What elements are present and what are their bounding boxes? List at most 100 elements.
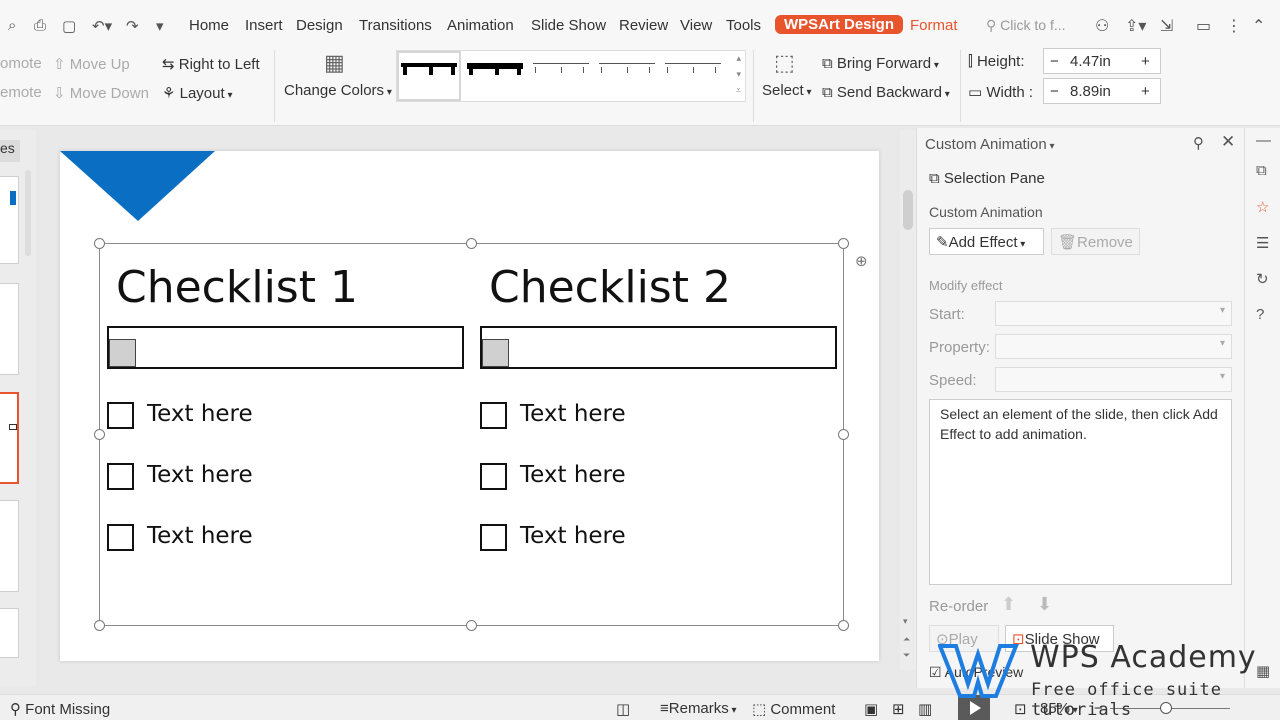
decrement-icon[interactable]: − <box>1050 83 1059 100</box>
page-down-icon[interactable]: ⏷ <box>903 650 910 661</box>
change-colors-button[interactable]: Change Colors ▾ <box>284 82 392 99</box>
close-icon[interactable]: ✕ <box>1221 132 1235 152</box>
start-dropdown[interactable] <box>995 301 1232 326</box>
tab-animation[interactable]: Animation <box>447 17 514 34</box>
zoom-fit-icon[interactable]: ⊡ <box>1014 700 1027 718</box>
selection-pane-link[interactable]: ⧉ Selection Pane <box>929 170 1045 187</box>
speed-dropdown[interactable] <box>995 367 1232 392</box>
resize-handle[interactable] <box>94 429 105 440</box>
tab-view[interactable]: View <box>680 17 712 34</box>
undo-icon[interactable]: ↶▾ <box>92 17 112 35</box>
normal-view-icon[interactable]: ▣ <box>864 700 878 718</box>
tab-transitions[interactable]: Transitions <box>359 17 432 34</box>
slide-thumbnail[interactable] <box>0 608 19 658</box>
resize-handle[interactable] <box>94 238 105 249</box>
print-icon[interactable]: ⎙ <box>34 17 46 34</box>
resize-handle[interactable] <box>838 429 849 440</box>
width-input[interactable]: 8.89in <box>1070 83 1111 100</box>
slide-sorter-icon[interactable]: ⊞ <box>892 700 905 718</box>
collapse-icon[interactable]: — <box>1256 132 1271 149</box>
scroll-down-icon[interactable]: ▾ <box>903 616 908 627</box>
search-box[interactable]: ⚲ Click to f... <box>986 17 1066 34</box>
help-icon[interactable]: ? <box>1256 306 1264 323</box>
history-icon[interactable]: ↻ <box>1256 270 1269 288</box>
decrement-icon[interactable]: − <box>1050 53 1059 70</box>
slide-thumbnail[interactable] <box>0 392 19 484</box>
customize-quick-access-icon[interactable]: ▾ <box>156 17 164 35</box>
tab-design[interactable]: Design <box>296 17 343 34</box>
width-stepper[interactable]: − 8.89in + <box>1043 78 1161 104</box>
tab-wpsart-design[interactable]: WPSArt Design <box>775 15 904 34</box>
animation-list[interactable]: Select an element of the slide, then cli… <box>929 399 1232 585</box>
pin-icon[interactable]: ⚲ <box>1193 134 1204 152</box>
add-effect-button[interactable]: ✎Add Effect ▾ <box>929 228 1044 255</box>
style-option[interactable] <box>465 57 525 97</box>
style-option[interactable] <box>399 57 459 97</box>
export-icon[interactable]: ⇲ <box>1160 16 1173 36</box>
resize-handle[interactable] <box>838 238 849 249</box>
font-missing-indicator[interactable]: ⚲ Font Missing <box>10 700 110 718</box>
notes-toggle-icon[interactable]: ◫ <box>616 700 630 718</box>
vertical-scrollbar[interactable]: ▾ ⏶ ⏷ <box>900 130 916 670</box>
comment-button[interactable]: ⬚ Comment <box>752 700 835 718</box>
resize-handle[interactable] <box>94 620 105 631</box>
slide-thumbnail[interactable] <box>0 176 19 264</box>
style-option[interactable] <box>597 57 657 97</box>
thumbnail-tab[interactable]: es <box>0 140 20 162</box>
triangle-shape[interactable] <box>60 151 220 226</box>
animation-icon[interactable]: ☆ <box>1256 198 1269 216</box>
more-icon[interactable]: ⋮ <box>1226 16 1242 36</box>
height-input[interactable]: 4.47in <box>1070 53 1111 70</box>
slide-design-icon[interactable]: ⧉ <box>1256 162 1267 179</box>
slide-thumbnail[interactable] <box>0 283 19 375</box>
demote-button[interactable]: emote <box>0 84 42 101</box>
format-painter-icon[interactable]: ⌕ <box>8 17 16 34</box>
style-option[interactable] <box>663 57 723 97</box>
style-option[interactable] <box>531 57 591 97</box>
send-backward-button[interactable]: ⧉ Send Backward ▾ <box>822 84 950 101</box>
scrollbar-thumb[interactable] <box>903 190 913 230</box>
tab-format[interactable]: Format <box>910 17 958 34</box>
increment-icon[interactable]: + <box>1141 83 1150 100</box>
collaborate-icon[interactable]: ⚇ <box>1095 16 1109 36</box>
collapse-ribbon-icon[interactable]: ⌃ <box>1252 16 1265 36</box>
properties-icon[interactable]: ☰ <box>1256 234 1269 252</box>
tab-insert[interactable]: Insert <box>245 17 283 34</box>
tab-tools[interactable]: Tools <box>726 17 761 34</box>
pane-header[interactable]: Custom Animation ▾ <box>925 136 1055 153</box>
bring-forward-button[interactable]: ⧉ Bring Forward ▾ <box>822 55 939 72</box>
tab-slide-show[interactable]: Slide Show <box>531 17 606 34</box>
resize-handle[interactable] <box>838 620 849 631</box>
print-preview-icon[interactable]: ▢ <box>62 17 76 35</box>
tab-review[interactable]: Review <box>619 17 668 34</box>
remarks-button[interactable]: ≡Remarks ▾ <box>660 700 737 717</box>
share-icon[interactable]: ⇪▾ <box>1125 16 1146 36</box>
add-shape-icon[interactable]: ⊕ <box>855 252 868 270</box>
redo-icon[interactable]: ↷ <box>126 17 139 35</box>
move-up-button[interactable]: ⇧ Move Up <box>53 55 130 73</box>
promote-button[interactable]: omote <box>0 55 42 72</box>
property-dropdown[interactable] <box>995 334 1232 359</box>
height-stepper[interactable]: − 4.47in + <box>1043 48 1161 74</box>
resize-handle[interactable] <box>466 620 477 631</box>
move-up-icon[interactable]: ⬆ <box>1001 594 1016 615</box>
select-button[interactable]: Select ▾ <box>762 82 812 99</box>
tab-home[interactable]: Home <box>189 17 229 34</box>
comment-icon[interactable]: ▭ <box>1196 16 1211 36</box>
grid-icon[interactable]: ▦ <box>1256 662 1270 680</box>
resize-handle[interactable] <box>466 238 477 249</box>
move-down-button[interactable]: ⇩ Move Down <box>53 84 149 102</box>
gallery-up-icon[interactable]: ▴ <box>736 53 741 64</box>
remove-button[interactable]: 🗑Remove <box>1051 228 1140 255</box>
increment-icon[interactable]: + <box>1141 53 1150 70</box>
slide-thumbnail[interactable] <box>0 500 19 592</box>
right-to-left-button[interactable]: ⇆ Right to Left <box>162 55 260 73</box>
layout-button[interactable]: ⚘ Layout ▾ <box>162 84 232 102</box>
gallery-down-icon[interactable]: ▾ <box>736 69 741 80</box>
move-down-icon[interactable]: ⬇ <box>1037 594 1052 615</box>
reading-view-icon[interactable]: ▥ <box>918 700 932 718</box>
gallery-expand-icon[interactable]: ⩡ <box>736 85 741 96</box>
smartart-style-gallery[interactable]: ▴ ▾ ⩡ <box>396 50 746 102</box>
thumbnail-scrollbar[interactable] <box>25 170 31 256</box>
page-up-icon[interactable]: ⏶ <box>903 634 910 645</box>
